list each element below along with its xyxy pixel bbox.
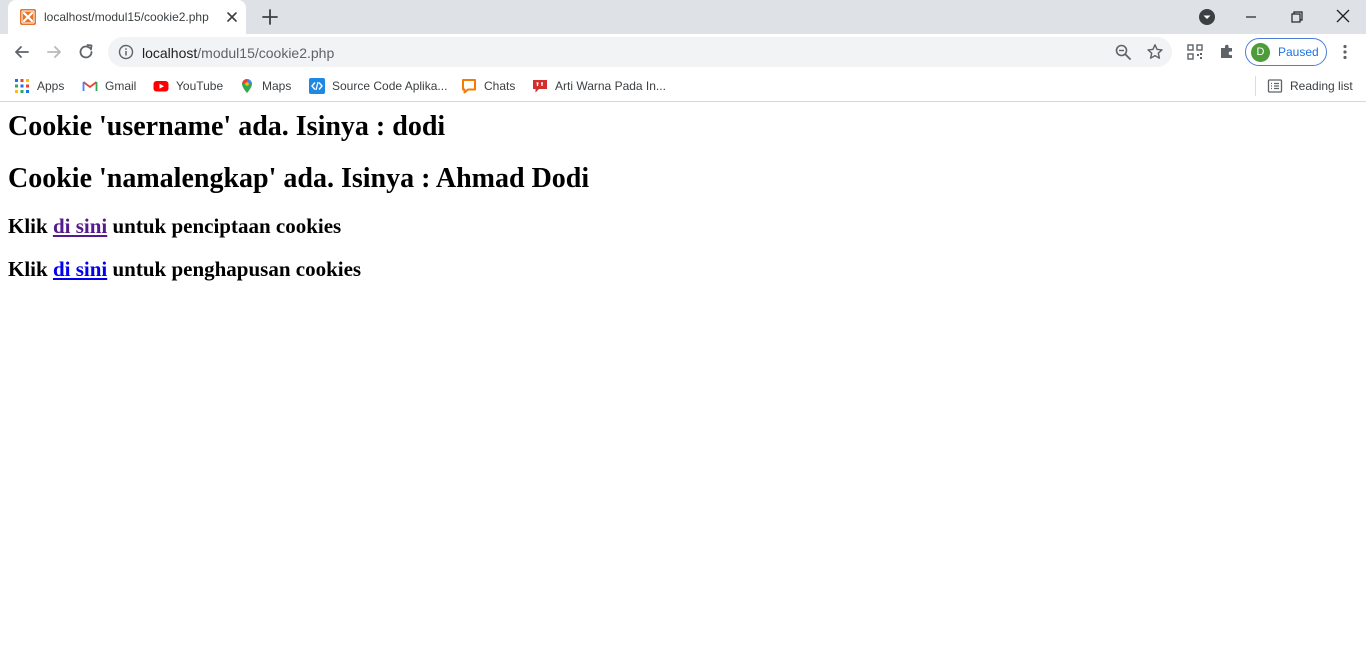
line-prefix: Klik [8, 257, 48, 281]
bookmarks-divider [1255, 76, 1256, 96]
kebab-menu-icon[interactable] [1335, 42, 1355, 62]
forward-arrow-icon[interactable] [44, 42, 64, 62]
site-info-icon[interactable] [118, 44, 134, 60]
create-cookies-line: Klik di sini untuk penciptaan cookies [8, 214, 341, 239]
window-restore-icon[interactable] [1286, 6, 1308, 28]
bookmark-label: Arti Warna Pada In... [555, 79, 666, 93]
apps-grid-icon [15, 79, 29, 93]
page-content: Cookie 'username' ada. Isinya : dodi Coo… [0, 103, 1366, 672]
bookmark-label: Source Code Aplika... [332, 79, 448, 93]
address-url[interactable]: localhost/modul15/cookie2.php [142, 45, 334, 61]
browser-tab-active[interactable]: localhost/modul15/cookie2.php [8, 0, 246, 34]
bookmarks-bar: Apps Gmail YouTube Maps Source Code Apli… [0, 70, 1366, 102]
paused-label: Paused [1278, 45, 1319, 59]
delete-cookies-line: Klik di sini untuk penghapusan cookies [8, 257, 361, 282]
arti-warna-icon [533, 80, 547, 93]
youtube-icon [153, 81, 169, 92]
line-suffix: untuk penciptaan cookies [112, 214, 342, 238]
bookmark-label: Maps [262, 79, 292, 93]
window-minimize-icon[interactable] [1240, 6, 1262, 28]
cookie-username-heading: Cookie 'username' ada. Isinya : dodi [8, 111, 446, 142]
bookmark-label: Gmail [105, 79, 137, 93]
line-suffix: untuk penghapusan cookies [112, 257, 362, 281]
reload-icon[interactable] [76, 42, 96, 62]
maps-icon [242, 79, 252, 93]
zoom-magnifier-icon[interactable] [1114, 43, 1132, 61]
line-prefix: Klik [8, 214, 48, 238]
bookmark-star-icon[interactable] [1146, 43, 1164, 61]
chats-icon [462, 79, 476, 94]
window-close-icon[interactable] [1332, 5, 1354, 27]
extensions-puzzle-icon[interactable] [1217, 42, 1237, 62]
url-path: /modul15/cookie2.php [197, 45, 335, 61]
reading-list-icon [1267, 79, 1283, 93]
bookmark-label: YouTube [176, 79, 224, 93]
browser-toolbar: localhost/modul15/cookie2.php D Paused [0, 34, 1366, 70]
back-arrow-icon[interactable] [12, 42, 32, 62]
qr-code-icon[interactable] [1185, 42, 1205, 62]
tab-close-icon[interactable] [224, 9, 240, 25]
new-tab-plus-icon[interactable] [260, 7, 280, 27]
create-cookies-link[interactable]: di sini [53, 214, 107, 238]
tab-title: localhost/modul15/cookie2.php [44, 10, 209, 24]
bookmark-label: Apps [37, 79, 65, 93]
profile-paused-button[interactable]: D Paused [1245, 38, 1327, 66]
bookmark-label: Chats [484, 79, 516, 93]
xampp-favicon-icon [20, 9, 36, 25]
avatar: D [1251, 43, 1270, 62]
gmail-icon [82, 81, 98, 91]
cookie-namalengkap-heading: Cookie 'namalengkap' ada. Isinya : Ahmad… [8, 163, 590, 194]
url-host: localhost [142, 45, 198, 61]
address-bar[interactable]: localhost/modul15/cookie2.php [108, 37, 1172, 67]
tab-search-dropdown-icon[interactable] [1198, 8, 1216, 26]
delete-cookies-link[interactable]: di sini [53, 257, 107, 281]
tab-strip: localhost/modul15/cookie2.php [0, 0, 1366, 34]
source-code-icon [309, 78, 325, 94]
reading-list-label: Reading list [1290, 79, 1353, 93]
